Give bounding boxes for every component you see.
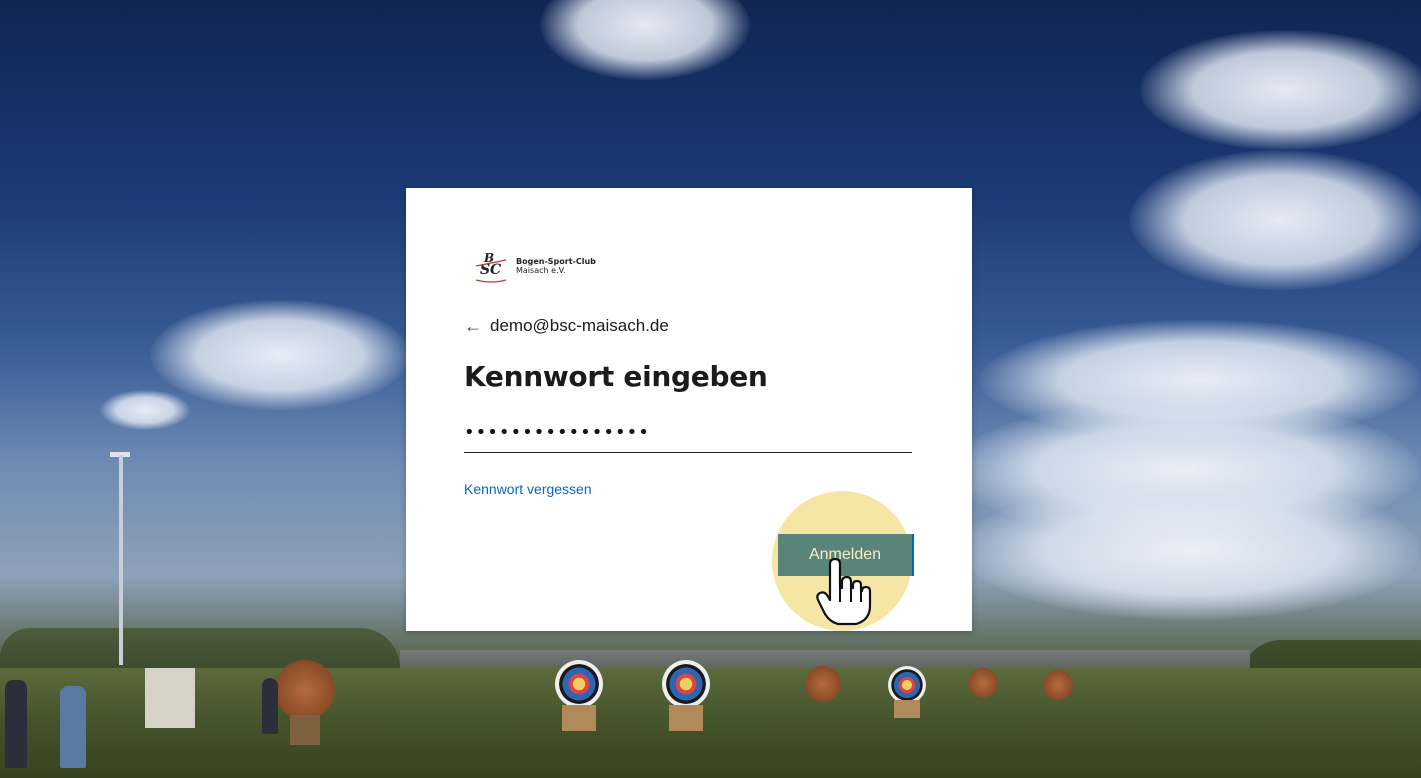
light-pole xyxy=(119,455,123,665)
straw-target xyxy=(1043,670,1073,700)
hand-pointer-icon xyxy=(816,558,872,626)
login-card: B S C Bogen-Sport-Club Maisach e.V. ← de… xyxy=(406,188,972,631)
target-stand xyxy=(894,700,920,718)
person xyxy=(60,686,86,768)
identity-banner[interactable]: ← demo@bsc-maisach.de xyxy=(464,316,669,336)
brand-logo: B S C Bogen-Sport-Club Maisach e.V. xyxy=(472,248,596,284)
account-email: demo@bsc-maisach.de xyxy=(490,316,669,335)
tree-line xyxy=(0,628,400,672)
brand-name-line1: Bogen-Sport-Club xyxy=(516,257,596,266)
target-stand xyxy=(290,715,320,745)
bsc-maisach-logo-icon: B S C xyxy=(475,251,507,283)
person xyxy=(5,680,27,768)
cloud xyxy=(1140,30,1421,150)
straw-target xyxy=(968,668,998,698)
forgot-password-link[interactable]: Kennwort vergessen xyxy=(464,481,592,497)
arrow-left-icon[interactable]: ← xyxy=(464,317,482,335)
straw-target xyxy=(805,666,841,702)
cloud xyxy=(150,300,410,410)
target-stand xyxy=(562,705,596,731)
cloud xyxy=(100,390,190,430)
archery-target xyxy=(555,660,603,708)
grass-field xyxy=(0,668,1421,778)
page-title: Kennwort eingeben xyxy=(464,360,768,393)
person xyxy=(262,678,278,734)
password-input[interactable]: •••••••••••••••• xyxy=(464,418,912,453)
svg-text:C: C xyxy=(490,262,501,278)
target-board xyxy=(145,668,195,728)
brand-name: Bogen-Sport-Club Maisach e.V. xyxy=(516,257,596,275)
archery-target xyxy=(888,666,926,704)
brand-name-line2: Maisach e.V. xyxy=(516,266,566,275)
cloud xyxy=(1130,150,1421,290)
cloud xyxy=(960,480,1420,620)
archery-target xyxy=(662,660,710,708)
straw-target xyxy=(275,660,335,720)
cloud xyxy=(540,0,750,80)
target-stand xyxy=(669,705,703,731)
